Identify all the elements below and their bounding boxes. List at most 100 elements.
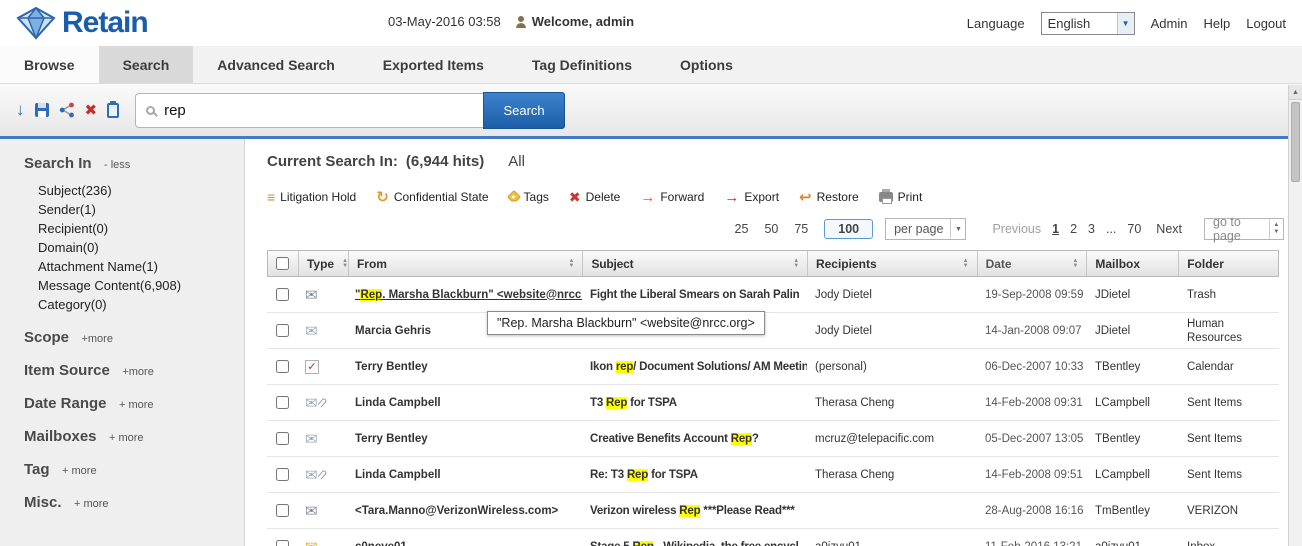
per-page-dropdown[interactable]: per page ▼ [885, 218, 966, 240]
print-button[interactable]: Print [879, 190, 923, 204]
page-size-100-selected[interactable]: 100 [824, 219, 873, 239]
help-link[interactable]: Help [1203, 16, 1230, 31]
clipboard-icon[interactable] [107, 103, 119, 118]
page-3-link[interactable]: 3 [1088, 222, 1095, 236]
confidential-state-button[interactable]: ↻ Confidential State [376, 188, 488, 206]
delete-button[interactable]: ✖ Delete [569, 189, 620, 206]
page-size-75[interactable]: 75 [794, 222, 808, 236]
row-checkbox[interactable] [276, 396, 289, 409]
sidebar-item-recipient[interactable]: Recipient(0) [38, 219, 236, 238]
tab-search[interactable]: Search [99, 46, 194, 83]
sidebar-title-tag[interactable]: Tag [24, 461, 50, 478]
tab-advanced-search[interactable]: Advanced Search [193, 46, 359, 83]
sidebar-toggle-date-range[interactable]: + more [119, 399, 154, 411]
sidebar-title-mailboxes[interactable]: Mailboxes [24, 428, 97, 445]
row-from[interactable]: <Tara.Manno@VerizonWireless.com> [347, 505, 582, 517]
logout-link[interactable]: Logout [1246, 16, 1286, 31]
sidebar-toggle-search-in[interactable]: - less [104, 159, 130, 171]
row-from[interactable]: Linda Campbell [347, 469, 582, 481]
row-from[interactable]: Terry Bentley [347, 361, 582, 373]
row-from[interactable]: "Rep. Marsha Blackburn" <website@nrcc.or [347, 289, 582, 301]
table-row[interactable]: <Tara.Manno@VerizonWireless.com> Verizon… [267, 493, 1279, 529]
row-checkbox[interactable] [276, 288, 289, 301]
sidebar-item-domain[interactable]: Domain(0) [38, 238, 236, 257]
row-checkbox[interactable] [276, 360, 289, 373]
sort-arrows-icon[interactable]: ▲▼ [787, 259, 799, 269]
language-select[interactable]: English ▼ [1041, 12, 1135, 35]
column-header-subject[interactable]: Subject ▲▼ [582, 251, 807, 276]
go-to-page-input[interactable]: go to page ▲▼ [1204, 218, 1284, 240]
sidebar-toggle-misc[interactable]: + more [74, 498, 109, 510]
column-header-folder[interactable]: Folder [1178, 251, 1278, 276]
table-row[interactable]: Terry Bentley Creative Benefits Account … [267, 421, 1279, 457]
row-from[interactable]: c0neve01 [347, 541, 582, 546]
page-spinner[interactable]: ▲▼ [1269, 219, 1283, 239]
page-70-link[interactable]: 70 [1127, 222, 1141, 236]
table-row[interactable]: "Rep. Marsha Blackburn" <website@nrcc.or… [267, 277, 1279, 313]
sidebar-title-date-range[interactable]: Date Range [24, 395, 107, 412]
sort-arrows-icon[interactable]: ▲▼ [563, 259, 575, 269]
row-subject[interactable]: T3 Rep for TSPA [582, 397, 807, 409]
sort-arrows-icon[interactable]: ▲▼ [336, 259, 348, 269]
sort-arrows-icon[interactable]: ▲▼ [957, 259, 969, 269]
save-icon[interactable] [35, 103, 49, 117]
vertical-scrollbar[interactable]: ▲ [1288, 85, 1302, 546]
row-checkbox[interactable] [276, 540, 289, 546]
column-header-type[interactable]: Type ▲▼ [298, 251, 348, 276]
delete-search-icon[interactable]: ✖ [85, 101, 98, 119]
row-subject[interactable]: Stage 5 Rep - Wikipedia, the free encycl [582, 541, 807, 546]
column-header-recipients[interactable]: Recipients ▲▼ [807, 251, 977, 276]
sidebar-toggle-scope[interactable]: +more [81, 333, 113, 345]
table-row[interactable]: c0neve01 Stage 5 Rep - Wikipedia, the fr… [267, 529, 1279, 546]
row-checkbox[interactable] [276, 432, 289, 445]
table-row[interactable]: Terry Bentley Ikon rep/ Document Solutio… [267, 349, 1279, 385]
tab-browse[interactable]: Browse [0, 46, 99, 83]
share-icon[interactable] [59, 102, 75, 118]
page-size-50[interactable]: 50 [764, 222, 778, 236]
sidebar-item-sender[interactable]: Sender(1) [38, 200, 236, 219]
page-size-25[interactable]: 25 [735, 222, 749, 236]
download-icon[interactable]: ↓ [16, 100, 25, 120]
sort-arrows-icon[interactable]: ▲▼ [1066, 259, 1078, 269]
tags-button[interactable]: Tags [509, 190, 549, 204]
search-input[interactable] [164, 102, 454, 119]
search-box[interactable] [135, 93, 483, 128]
column-header-date[interactable]: Date ▲▼ [977, 251, 1087, 276]
scope-all-link[interactable]: All [508, 153, 525, 170]
row-subject[interactable]: Fight the Liberal Smears on Sarah Palin [582, 289, 807, 301]
row-from[interactable]: Linda Campbell [347, 397, 582, 409]
admin-link[interactable]: Admin [1151, 16, 1188, 31]
row-checkbox[interactable] [276, 468, 289, 481]
sidebar-title-misc[interactable]: Misc. [24, 494, 62, 511]
tab-options[interactable]: Options [656, 46, 757, 83]
table-row[interactable]: Linda Campbell Re: T3 Rep for TSPA Thera… [267, 457, 1279, 493]
restore-button[interactable]: ↩ Restore [799, 188, 859, 206]
page-1-current[interactable]: 1 [1052, 222, 1059, 236]
page-2-link[interactable]: 2 [1070, 222, 1077, 236]
sidebar-title-search-in[interactable]: Search In [24, 155, 92, 172]
scroll-up-icon[interactable]: ▲ [1289, 85, 1302, 100]
row-checkbox[interactable] [276, 504, 289, 517]
column-header-from[interactable]: From ▲▼ [348, 251, 582, 276]
sidebar-title-scope[interactable]: Scope [24, 329, 69, 346]
row-subject[interactable]: Creative Benefits Account Rep? [582, 433, 807, 445]
column-header-mailbox[interactable]: Mailbox [1086, 251, 1178, 276]
table-row[interactable]: Marcia Gehris Jody Dietel 14-Jan-2008 09… [267, 313, 1279, 349]
select-all-checkbox[interactable] [276, 257, 289, 270]
forward-button[interactable]: → Forward [640, 189, 704, 206]
row-checkbox[interactable] [276, 324, 289, 337]
row-subject[interactable]: Re: T3 Rep for TSPA [582, 469, 807, 481]
next-page-link[interactable]: Next [1156, 222, 1182, 236]
row-subject[interactable]: Ikon rep/ Document Solutions/ AM Meeting [582, 361, 807, 373]
row-subject[interactable]: Verizon wireless Rep ***Please Read*** [582, 505, 807, 517]
sidebar-toggle-item-source[interactable]: +more [122, 366, 154, 378]
sidebar-item-message-content[interactable]: Message Content(6,908) [38, 276, 236, 295]
sidebar-item-category[interactable]: Category(0) [38, 295, 236, 314]
table-row[interactable]: Linda Campbell T3 Rep for TSPA Therasa C… [267, 385, 1279, 421]
export-button[interactable]: → Export [724, 189, 779, 206]
sidebar-item-subject[interactable]: Subject(236) [38, 181, 236, 200]
search-button[interactable]: Search [483, 92, 565, 129]
previous-page-link[interactable]: Previous [992, 222, 1041, 236]
litigation-hold-button[interactable]: ≡ Litigation Hold [267, 189, 356, 205]
sidebar-title-item-source[interactable]: Item Source [24, 362, 110, 379]
